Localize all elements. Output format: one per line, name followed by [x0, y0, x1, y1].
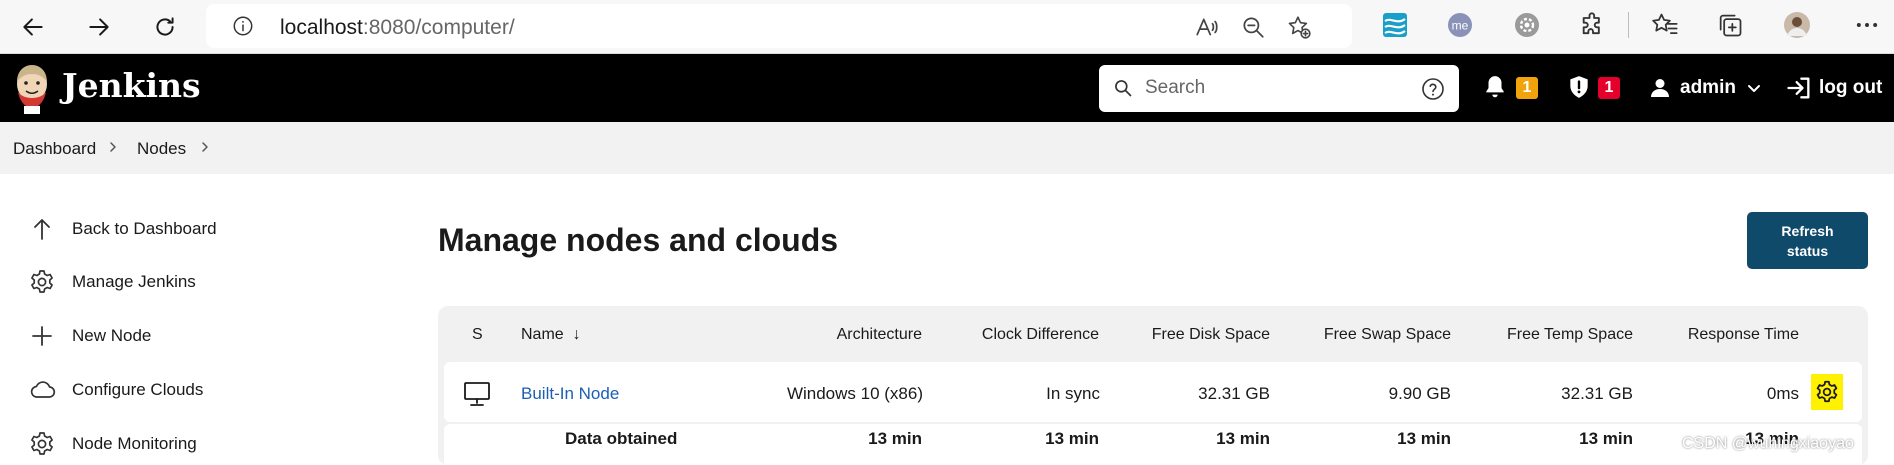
- column-header-clock-difference[interactable]: Clock Difference: [948, 326, 1099, 344]
- cell-obtained-free-swap-space: 13 min: [1397, 429, 1451, 448]
- data-obtained-label: Data obtained: [565, 429, 678, 448]
- zoom-out-icon[interactable]: [1240, 14, 1266, 40]
- page-title: Manage nodes and clouds: [438, 222, 839, 258]
- breadcrumb-dashboard[interactable]: Dashboard: [13, 139, 96, 159]
- sidebar-item-label: Back to Dashboard: [72, 219, 217, 238]
- extension-stripes-icon[interactable]: [1380, 10, 1410, 40]
- help-icon[interactable]: [1421, 77, 1445, 101]
- breadcrumb-chevron-icon[interactable]: [106, 140, 120, 154]
- breadcrumb: Dashboard Nodes: [0, 122, 1894, 174]
- jenkins-header: Jenkins 1 1 admin log out: [0, 54, 1894, 122]
- svg-text:me: me: [1452, 19, 1469, 33]
- sidebar-item-new-node[interactable]: New Node: [28, 320, 151, 352]
- site-info-icon[interactable]: [232, 15, 254, 37]
- notifications-bell-icon[interactable]: [1482, 74, 1508, 100]
- cell-clock-difference: In sync: [1046, 384, 1100, 403]
- jenkins-title[interactable]: Jenkins: [62, 66, 201, 105]
- url-path: :8080/computer/: [362, 16, 515, 39]
- sidebar-item-manage-jenkins[interactable]: Manage Jenkins: [28, 266, 196, 298]
- user-menu[interactable]: admin: [1648, 73, 1762, 103]
- back-arrow-icon[interactable]: [14, 8, 52, 46]
- gear-icon: [1816, 380, 1838, 403]
- column-header-name[interactable]: Name ↓: [521, 326, 581, 344]
- profile-avatar[interactable]: [1782, 10, 1812, 40]
- browser-toolbar: localhost:8080/computer/ me: [0, 0, 1894, 54]
- cell-free-swap-space: 9.90 GB: [1388, 384, 1451, 403]
- computer-icon: [464, 382, 490, 406]
- search-input[interactable]: [1145, 74, 1405, 102]
- refresh-label-line1: Refresh: [1781, 222, 1834, 239]
- read-aloud-icon[interactable]: [1194, 14, 1220, 40]
- sidebar-item-label: Node Monitoring: [72, 434, 197, 453]
- toolbar-divider: [1628, 12, 1629, 38]
- sidebar-item-label: New Node: [72, 326, 152, 345]
- gear-icon: [31, 270, 53, 293]
- add-favorite-icon[interactable]: [1286, 14, 1312, 40]
- cell-free-disk-space: 32.31 GB: [1198, 384, 1270, 403]
- sidebar-item-configure-clouds[interactable]: Configure Clouds: [28, 374, 203, 406]
- cell-response-time: 0ms: [1766, 384, 1799, 403]
- column-header-status[interactable]: S: [472, 326, 483, 344]
- column-header-response-time[interactable]: Response Time: [1646, 326, 1799, 344]
- arrow-up-icon: [34, 219, 50, 240]
- logout-link[interactable]: log out: [1785, 73, 1882, 103]
- reload-icon[interactable]: [146, 8, 184, 46]
- user-name: admin: [1680, 77, 1736, 98]
- cell-free-temp-space: 32.31 GB: [1561, 384, 1633, 403]
- plus-icon: [32, 326, 52, 346]
- column-header-name-label: Name: [521, 326, 564, 343]
- node-link-built-in[interactable]: Built-In Node: [521, 384, 619, 404]
- chevron-down-icon: [1747, 85, 1760, 92]
- security-shield-icon[interactable]: [1566, 74, 1592, 100]
- security-badge[interactable]: 1: [1598, 77, 1620, 99]
- collections-icon[interactable]: [1715, 10, 1745, 40]
- logout-icon: [1787, 77, 1810, 99]
- favorites-icon[interactable]: [1650, 10, 1680, 40]
- url-text: localhost:8080/computer/: [280, 16, 515, 40]
- breadcrumb-chevron-icon[interactable]: [198, 140, 212, 154]
- cell-obtained-free-temp-space: 13 min: [1579, 429, 1633, 448]
- sort-arrow-icon: ↓: [572, 326, 581, 343]
- user-icon: [1651, 79, 1669, 97]
- sidebar-item-label: Configure Clouds: [72, 380, 204, 399]
- column-header-free-disk-space[interactable]: Free Disk Space: [1120, 326, 1270, 344]
- configure-node-button[interactable]: [1811, 374, 1843, 410]
- refresh-label-line2: status: [1786, 242, 1829, 259]
- column-header-free-temp-space[interactable]: Free Temp Space: [1470, 326, 1633, 344]
- cell-obtained-clock-difference: 13 min: [1045, 429, 1099, 448]
- cell-obtained-free-disk-space: 13 min: [1216, 429, 1270, 448]
- cell-obtained-architecture: 13 min: [868, 429, 922, 448]
- notifications-badge[interactable]: 1: [1516, 77, 1538, 99]
- refresh-status-button[interactable]: Refresh status: [1747, 212, 1868, 269]
- jenkins-logo-icon[interactable]: [12, 62, 52, 114]
- column-header-architecture[interactable]: Architecture: [780, 326, 922, 344]
- extensions-puzzle-icon[interactable]: [1578, 10, 1608, 40]
- search-icon: [1115, 80, 1132, 97]
- column-header-free-swap-space[interactable]: Free Swap Space: [1290, 326, 1451, 344]
- breadcrumb-nodes[interactable]: Nodes: [137, 139, 186, 159]
- watermark-text: CSDN @wuhingxiaoyao: [1682, 435, 1854, 452]
- logout-label: log out: [1819, 77, 1883, 98]
- cloud-icon: [30, 381, 56, 398]
- extension-me-icon[interactable]: me: [1445, 10, 1475, 40]
- more-menu-icon[interactable]: [1852, 10, 1882, 40]
- cell-architecture: Windows 10 (x86): [786, 384, 923, 403]
- search-box: [1099, 65, 1459, 112]
- gear-icon: [31, 432, 53, 455]
- forward-arrow-icon[interactable]: [80, 8, 118, 46]
- sidebar-item-back-to-dashboard[interactable]: Back to Dashboard: [28, 213, 217, 245]
- url-host: localhost: [280, 16, 363, 39]
- sidebar-item-label: Manage Jenkins: [72, 272, 196, 291]
- address-bar[interactable]: localhost:8080/computer/: [206, 4, 1352, 48]
- sidebar-item-node-monitoring[interactable]: Node Monitoring: [28, 428, 197, 460]
- extension-gear-icon[interactable]: [1512, 10, 1542, 40]
